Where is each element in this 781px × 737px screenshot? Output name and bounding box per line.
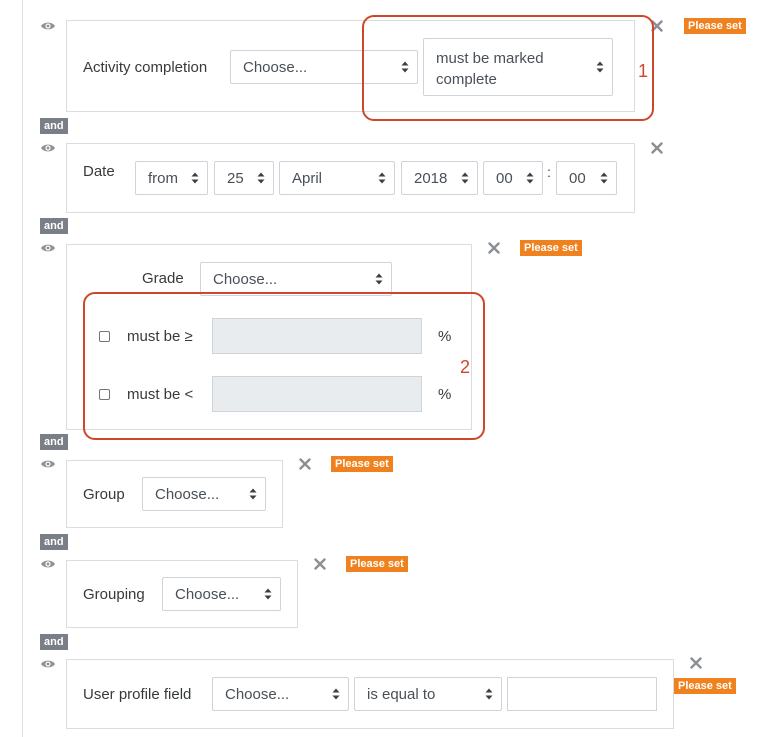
user-profile-field-label: User profile field: [83, 686, 192, 703]
select-arrows-icon: [526, 172, 534, 184]
profile-operator-select[interactable]: is equal to: [354, 677, 502, 711]
minute-value: 00: [569, 169, 586, 187]
please-set-badge: Please set: [520, 240, 582, 256]
year-value: 2018: [414, 169, 448, 187]
group-label: Group: [83, 486, 125, 503]
please-set-badge: Please set: [684, 18, 746, 34]
time-separator: :: [547, 164, 551, 180]
hour-select[interactable]: 00: [483, 161, 543, 195]
please-set-badge: Please set: [674, 678, 736, 694]
select-arrows-icon: [264, 588, 272, 600]
date-direction-select[interactable]: from: [135, 161, 208, 195]
minute-select[interactable]: 00: [556, 161, 617, 195]
profile-value-input[interactable]: [507, 677, 657, 711]
close-icon[interactable]: [488, 242, 500, 254]
month-select[interactable]: April: [279, 161, 395, 195]
date-label: Date: [83, 163, 115, 180]
select-arrows-icon: [461, 172, 469, 184]
select-arrows-icon: [191, 172, 199, 184]
group-select-value: Choose...: [155, 485, 220, 503]
please-set-badge: Please set: [331, 456, 393, 472]
select-arrows-icon: [375, 273, 383, 285]
and-badge: and: [40, 534, 68, 550]
select-arrows-icon: [332, 688, 340, 700]
eye-icon[interactable]: [40, 558, 56, 570]
profile-field-select[interactable]: Choose...: [212, 677, 349, 711]
select-arrows-icon: [600, 172, 608, 184]
annotation-box-2: [83, 292, 485, 440]
profile-operator-value: is equal to: [367, 685, 436, 703]
day-select[interactable]: 25: [214, 161, 274, 195]
please-set-badge: Please set: [346, 556, 408, 572]
select-arrows-icon: [257, 172, 265, 184]
month-value: April: [292, 169, 323, 187]
select-arrows-icon: [485, 688, 493, 700]
grade-item-value: Choose...: [213, 270, 278, 288]
close-icon[interactable]: [299, 458, 311, 470]
hour-value: 00: [496, 169, 513, 187]
eye-icon[interactable]: [40, 142, 56, 154]
year-select[interactable]: 2018: [401, 161, 478, 195]
annotation-number-2: 2: [460, 357, 471, 377]
grouping-select[interactable]: Choose...: [162, 577, 281, 611]
day-value: 25: [227, 169, 244, 187]
group-select[interactable]: Choose...: [142, 477, 266, 511]
select-arrows-icon: [378, 172, 386, 184]
eye-icon[interactable]: [40, 658, 56, 670]
and-badge: and: [40, 218, 68, 234]
eye-icon[interactable]: [40, 242, 56, 254]
page-border: [22, 0, 23, 737]
annotation-number-1: 1: [638, 61, 649, 81]
close-icon[interactable]: [314, 558, 326, 570]
and-badge: and: [40, 118, 68, 134]
eye-icon[interactable]: [40, 458, 56, 470]
grouping-label: Grouping: [83, 586, 145, 603]
select-arrows-icon: [249, 488, 257, 500]
and-badge: and: [40, 634, 68, 650]
grade-item-select[interactable]: Choose...: [200, 262, 392, 296]
date-direction-value: from: [148, 169, 178, 187]
and-badge: and: [40, 434, 68, 450]
grade-label: Grade: [142, 270, 184, 287]
activity-completion-label: Activity completion: [83, 59, 208, 76]
close-icon[interactable]: [651, 142, 663, 154]
grouping-select-value: Choose...: [175, 585, 240, 603]
close-icon[interactable]: [690, 657, 702, 669]
profile-field-value: Choose...: [225, 685, 290, 703]
annotation-box-1: [362, 15, 654, 121]
activity-select-value: Choose...: [243, 58, 308, 76]
eye-icon[interactable]: [40, 20, 56, 32]
